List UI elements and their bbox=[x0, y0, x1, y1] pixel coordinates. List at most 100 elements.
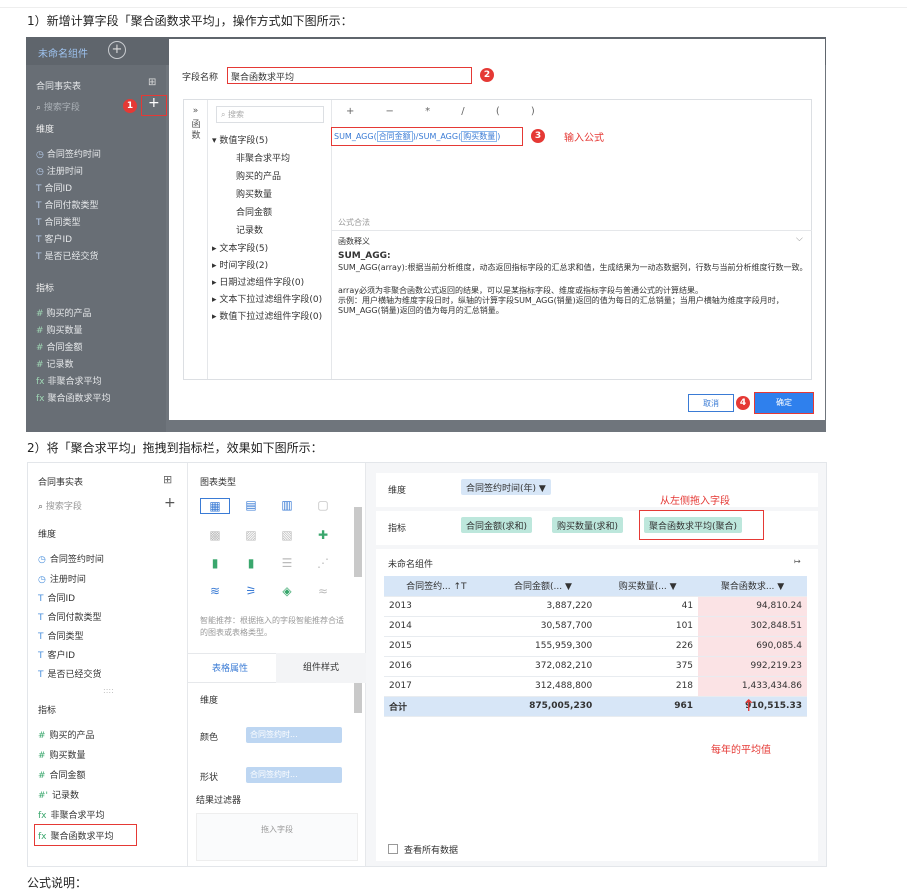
measure-item[interactable]: # 合同金额 bbox=[36, 340, 83, 353]
column-header[interactable]: 聚合函数求... ▼ bbox=[698, 576, 807, 597]
resize-handle[interactable]: :::: bbox=[103, 686, 114, 695]
dim-item[interactable]: T 合同类型 bbox=[38, 629, 84, 642]
color-field-chip[interactable]: 合同签约时... bbox=[246, 727, 342, 743]
table-title: 合同事实表 bbox=[38, 478, 84, 488]
measure-shelf-label: 指标 bbox=[388, 524, 407, 534]
column-header[interactable]: 合同签约... ↑T bbox=[384, 576, 489, 597]
column-header[interactable]: 合同金额(... ▼ bbox=[488, 576, 598, 597]
table-switch-icon[interactable]: ⊞ bbox=[148, 77, 156, 88]
tree-search-input[interactable]: ⌕ 搜索 bbox=[216, 106, 324, 123]
view-all-checkbox[interactable] bbox=[388, 844, 398, 854]
dim-pill[interactable]: 合同签约时间(年) ▼ bbox=[461, 479, 551, 495]
scrollbar[interactable] bbox=[354, 683, 362, 713]
add-field-icon[interactable]: + bbox=[148, 95, 160, 111]
syntax-status: 公式合法 bbox=[338, 218, 370, 227]
tree-item[interactable]: 记录数 bbox=[236, 223, 263, 236]
dim-item[interactable]: T 合同付款类型 bbox=[36, 198, 99, 211]
tree-group[interactable]: ▸ 数值下拉过滤组件字段(0) bbox=[212, 309, 322, 322]
cancel-button[interactable]: 取消 bbox=[688, 394, 734, 412]
filter-drop-zone[interactable]: 拖入字段 bbox=[196, 813, 358, 861]
measure-item[interactable]: #' 记录数 bbox=[38, 788, 79, 801]
measure-pill[interactable]: 购买数量(求和) bbox=[552, 517, 624, 533]
measure-item[interactable]: # 记录数 bbox=[36, 357, 74, 370]
dim-item[interactable]: T 合同ID bbox=[36, 181, 72, 194]
marker-2: 2 bbox=[480, 68, 494, 82]
field-search[interactable]: ⌕ 搜索字段 bbox=[36, 100, 80, 113]
tab-table-props[interactable]: 表格属性 bbox=[212, 661, 248, 674]
column-header[interactable]: 购买数量(... ▼ bbox=[597, 576, 699, 597]
operator-bar[interactable]: + − * / ( ) bbox=[346, 106, 549, 117]
add-field-icon[interactable]: + bbox=[164, 495, 176, 511]
avg-note: 每年的平均值 bbox=[711, 745, 771, 756]
table-row: 2014 30,587,700 101 302,848.51 bbox=[384, 616, 807, 637]
combo-icon: ✚ bbox=[317, 528, 329, 542]
highlight-new-measure bbox=[639, 510, 764, 540]
formula-input[interactable]: SUM_AGG(合同金额)/SUM_AGG(购买数量) bbox=[331, 127, 523, 146]
marker-1: 1 bbox=[123, 99, 137, 113]
field-sidebar: 合同事实表 ⊞ ⌕ 搜索字段 1 + 维度 ◷ 合同签约时间 ◷ 注册时间 T 合同I… bbox=[26, 65, 167, 432]
expand-icon[interactable]: ↦ bbox=[794, 557, 801, 566]
dim-shelf[interactable] bbox=[376, 473, 818, 507]
property-panel: 图表类型 ▦ ▤ ▥ ▢ ▩ ▨ ▧ ✚ ▮ ▮ ☰ ⋰ ≋ ⚞ ◈ ≈ 智能推荐：根据拖入的字段智能推… bbox=[188, 463, 366, 866]
detail-table-icon: ▥ bbox=[281, 498, 293, 512]
input-formula-hint: 输入公式 bbox=[564, 133, 604, 144]
measure-item[interactable]: # 购买数量 bbox=[38, 748, 86, 761]
chart-type-grid[interactable]: ▦ ▤ ▥ ▢ ▩ ▨ ▧ ✚ ▮ ▮ ☰ ⋰ ≋ ⚞ ◈ ≈ bbox=[200, 498, 350, 608]
screenshot-2: 合同事实表 ⊞ ⌕ 搜索字段 + 维度 ◷ 合同签约时间 ◷ 注册时间 T 合同ID … bbox=[27, 462, 827, 867]
tree-item[interactable]: 购买数量 bbox=[236, 187, 272, 200]
arrow-up-icon: ↑ bbox=[742, 696, 756, 715]
dim-item[interactable]: T 客户ID bbox=[38, 648, 75, 661]
dim-item[interactable]: T 合同ID bbox=[38, 591, 75, 604]
field-tree-panel: ⌕ 搜索 ▾ 数值字段(5) 非聚合求平均 购买的产品 购买数量 合同金额 记录… bbox=[208, 100, 332, 379]
tab-widget-name[interactable]: 未命名组件 bbox=[38, 45, 88, 60]
function-example: 示例：用户横轴为维度字段日时，纵轴的计算字段SUM_AGG(销量)返回的值为每日… bbox=[338, 296, 784, 315]
scrollbar[interactable] bbox=[354, 507, 362, 577]
marker-3: 3 bbox=[531, 129, 545, 143]
dim-item[interactable]: T 是否已经交货 bbox=[36, 249, 99, 262]
measure-header: 指标 bbox=[36, 284, 55, 294]
tree-item[interactable]: 非聚合求平均 bbox=[236, 151, 290, 164]
radar-icon: ◈ bbox=[282, 584, 292, 598]
dim-item[interactable]: T 合同付款类型 bbox=[38, 610, 102, 623]
dim-item[interactable]: ◷ 注册时间 bbox=[36, 164, 83, 177]
measure-item[interactable]: # 购买的产品 bbox=[38, 728, 95, 741]
field-search[interactable]: ⌕ 搜索字段 bbox=[38, 499, 82, 512]
tree-item[interactable]: 合同金额 bbox=[236, 205, 272, 218]
measure-item[interactable]: # 合同金额 bbox=[38, 768, 86, 781]
stacked-icon: ☰ bbox=[281, 556, 293, 570]
add-tab-icon[interactable]: + bbox=[108, 41, 126, 59]
tree-group[interactable]: ▸ 文本下拉过滤组件字段(0) bbox=[212, 292, 322, 305]
confirm-button[interactable]: 确定 bbox=[754, 392, 814, 414]
line-chart-icon: ≋ bbox=[209, 584, 221, 598]
table-switch-icon[interactable]: ⊞ bbox=[163, 473, 172, 486]
column-chart-icon: ▮ bbox=[247, 556, 255, 570]
view-all-label: 查看所有数据 bbox=[404, 846, 459, 856]
tree-group[interactable]: ▸ 日期过滤组件字段(0) bbox=[212, 275, 304, 288]
measure-item[interactable]: fx 非聚合求平均 bbox=[38, 808, 105, 821]
function-explain-label: 函数释义 bbox=[338, 237, 370, 246]
function-panel-toggle[interactable]: » 函数 bbox=[184, 100, 208, 379]
measure-pill[interactable]: 合同金额(求和) bbox=[461, 517, 533, 533]
tab-widget-style[interactable]: 组件样式 bbox=[276, 653, 366, 683]
shape-field-chip[interactable]: 合同签约时... bbox=[246, 767, 342, 783]
heat-icon: ▨ bbox=[245, 528, 257, 542]
dim-item[interactable]: T 是否已经交货 bbox=[38, 667, 102, 680]
measure-item[interactable]: # 购买数量 bbox=[36, 323, 83, 336]
tree-group[interactable]: ▸ 文本字段(5) bbox=[212, 241, 268, 254]
dim-item[interactable]: T 客户ID bbox=[36, 232, 72, 245]
prop-dim-label: 维度 bbox=[200, 696, 219, 706]
measure-item[interactable]: fx 非聚合求平均 bbox=[36, 374, 102, 387]
field-name-input[interactable]: 聚合函数求平均 bbox=[227, 67, 472, 84]
field-name-label: 字段名称 bbox=[182, 73, 219, 83]
dim-item[interactable]: ◷ 注册时间 bbox=[38, 572, 86, 585]
measure-item[interactable]: fx 聚合函数求平均 bbox=[36, 391, 111, 404]
dim-item[interactable]: T 合同类型 bbox=[36, 215, 81, 228]
dim-item[interactable]: ◷ 合同签约时间 bbox=[36, 147, 101, 160]
dim-item[interactable]: ◷ 合同签约时间 bbox=[38, 552, 104, 565]
editor-body: » 函数 ⌕ 搜索 ▾ 数值字段(5) 非聚合求平均 购买的产品 购买数量 合同… bbox=[183, 99, 812, 380]
tree-group-number[interactable]: ▾ 数值字段(5) bbox=[212, 133, 268, 146]
tree-item[interactable]: 购买的产品 bbox=[236, 169, 281, 182]
measure-item[interactable]: # 购买的产品 bbox=[36, 306, 92, 319]
collapse-chevron-icon[interactable]: ⌵ bbox=[796, 234, 803, 244]
tree-group[interactable]: ▸ 时间字段(2) bbox=[212, 258, 268, 271]
